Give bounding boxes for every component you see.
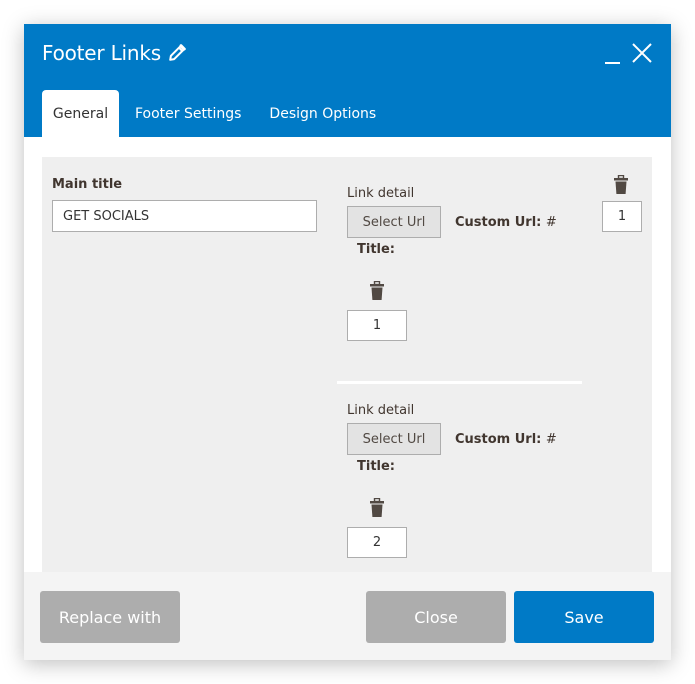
link-title-label: Title: bbox=[357, 459, 396, 474]
custom-url-value: # bbox=[545, 215, 557, 230]
window-controls bbox=[603, 42, 653, 64]
tab-design-options[interactable]: Design Options bbox=[255, 90, 390, 137]
modal-title: Footer Links bbox=[42, 41, 161, 65]
link-title-label: Title: bbox=[357, 242, 396, 257]
main-title-label: Main title bbox=[52, 177, 123, 192]
group-order-input[interactable] bbox=[602, 201, 642, 232]
link-divider bbox=[337, 381, 582, 384]
tab-footer-settings[interactable]: Footer Settings bbox=[121, 90, 255, 137]
select-url-button[interactable]: Select Url bbox=[347, 423, 441, 455]
trash-icon[interactable] bbox=[613, 174, 629, 195]
main-title-input[interactable] bbox=[52, 200, 317, 232]
pencil-icon[interactable] bbox=[168, 44, 186, 62]
modal-footer: Replace with Close Save bbox=[24, 572, 671, 660]
custom-url-label: Custom Url: bbox=[455, 215, 542, 230]
trash-icon[interactable] bbox=[369, 280, 385, 301]
link-detail-label: Link detail bbox=[347, 186, 415, 201]
link-detail-label: Link detail bbox=[347, 403, 415, 418]
custom-url-label: Custom Url: bbox=[455, 432, 542, 447]
link-order-input[interactable] bbox=[347, 527, 407, 558]
tab-bar: General Footer Settings Design Options bbox=[42, 90, 390, 137]
modal-header: Footer Links General Footer Settings Des… bbox=[24, 24, 671, 137]
custom-url-value: # bbox=[545, 432, 557, 447]
select-url-button[interactable]: Select Url bbox=[347, 206, 441, 238]
footer-links-modal: Footer Links General Footer Settings Des… bbox=[24, 24, 671, 660]
modal-title-wrap: Footer Links bbox=[42, 41, 186, 65]
link-order-input[interactable] bbox=[347, 310, 407, 341]
replace-with-button[interactable]: Replace with bbox=[40, 591, 180, 643]
custom-url: Custom Url: # bbox=[455, 215, 557, 230]
custom-url: Custom Url: # bbox=[455, 432, 557, 447]
save-button[interactable]: Save bbox=[514, 591, 654, 643]
close-icon[interactable] bbox=[631, 42, 653, 64]
trash-icon[interactable] bbox=[369, 497, 385, 518]
general-panel: Main title Link detail Select Url Custom… bbox=[42, 157, 652, 572]
tab-general[interactable]: General bbox=[42, 90, 119, 137]
close-button[interactable]: Close bbox=[366, 591, 506, 643]
minimize-icon[interactable] bbox=[603, 44, 621, 64]
